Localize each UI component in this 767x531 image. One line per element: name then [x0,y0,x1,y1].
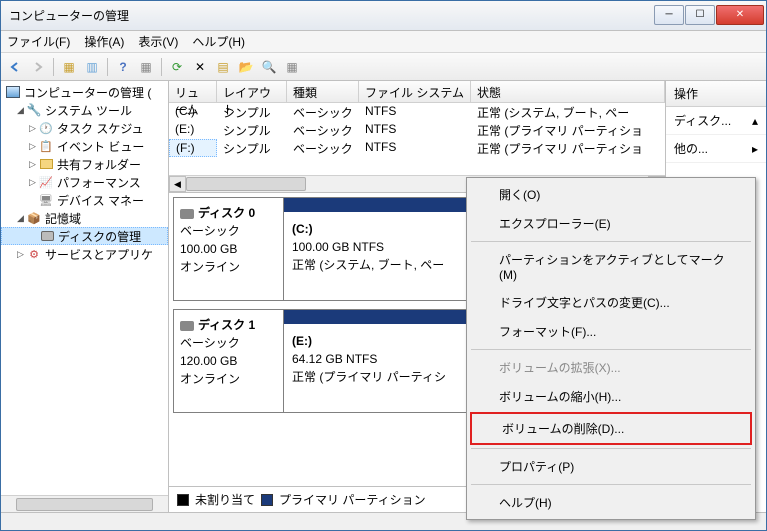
tree-sharedfolders[interactable]: ▷ 共有フォルダー [1,155,168,173]
tree-label: ディスクの管理 [58,228,141,245]
volume-row[interactable]: (E:) シンプル ベーシック NTFS 正常 (プライマリ パーティショ [169,121,665,139]
maximize-button[interactable]: ☐ [685,5,715,25]
ctx-explorer[interactable]: エクスプローラー(E) [469,209,753,238]
col-status[interactable]: 状態 [471,81,665,102]
ctx-shrink-volume[interactable]: ボリュームの縮小(H)... [469,382,753,411]
expand-toggle[interactable]: ▷ [27,177,38,188]
help-button[interactable]: ? [113,57,133,77]
show-hide-button[interactable]: ▦ [59,57,79,77]
action-settings-icon[interactable]: ▦ [282,57,302,77]
tree-label: デバイス マネー [57,192,144,209]
tree-label: イベント ビュー [57,138,144,155]
tree-label: システム ツール [45,102,132,119]
tree-label: パフォーマンス [57,174,141,191]
ctx-delete-volume[interactable]: ボリュームの削除(D)... [472,414,750,443]
tree-label: 共有フォルダー [57,156,141,173]
col-layout[interactable]: レイアウト [217,81,287,102]
disk-info: ディスク 1 ベーシック 120.00 GB オンライン [174,310,284,412]
tree-storage[interactable]: ◢📦記憶域 [1,209,168,227]
ctx-help[interactable]: ヘルプ(H) [469,488,753,517]
collapse-icon: ▴ [752,114,758,128]
menu-view[interactable]: 表示(V) [138,33,178,50]
forward-button [28,57,48,77]
back-button[interactable] [5,57,25,77]
menu-help[interactable]: ヘルプ(H) [192,33,245,50]
action-refresh-icon[interactable]: ⟳ [167,57,187,77]
tree-root[interactable]: コンピューターの管理 ( [1,83,168,101]
properties-button[interactable]: ▥ [82,57,102,77]
ctx-format[interactable]: フォーマット(F)... [469,317,753,346]
volume-row[interactable]: (C:) シンプル ベーシック NTFS 正常 (システム, ブート, ペー [169,103,665,121]
actions-header: 操作 [666,81,766,107]
tree-services[interactable]: ▷⚙サービスとアプリケ [1,245,168,263]
toolbar: ▦ ▥ ? ▦ ⟳ ✕ ▤ 📂 🔍 ▦ [1,53,766,81]
tree-systools[interactable]: ◢🔧システム ツール [1,101,168,119]
navigation-tree[interactable]: コンピューターの管理 ( ◢🔧システム ツール ▷🕐タスク スケジュ ▷📋イベン… [1,81,169,512]
col-volume[interactable]: リューム [169,81,217,102]
expand-icon: ▸ [752,142,758,156]
tree-performance[interactable]: ▷📈パフォーマンス [1,173,168,191]
tree-scrollbar[interactable] [1,495,168,512]
window-title: コンピューターの管理 [9,7,653,24]
actions-disk[interactable]: ディスク...▴ [666,107,766,135]
disk-icon [180,209,194,219]
tree-diskmgr[interactable]: ディスクの管理 [1,227,168,245]
disk-icon [180,321,194,331]
col-type[interactable]: 種類 [287,81,359,102]
ctx-change-drive-letter[interactable]: ドライブ文字とパスの変更(C)... [469,288,753,317]
refresh-button[interactable]: ▦ [136,57,156,77]
ctx-properties[interactable]: プロパティ(P) [469,452,753,481]
expand-toggle[interactable]: ▷ [15,249,26,260]
tree-label: サービスとアプリケ [45,246,153,263]
legend-unallocated-label: 未割り当て [195,491,255,508]
ctx-extend-volume: ボリュームの拡張(X)... [469,353,753,382]
action-delete-icon[interactable]: ✕ [190,57,210,77]
col-filesystem[interactable]: ファイル システム [359,81,471,102]
tree-scheduler[interactable]: ▷🕐タスク スケジュ [1,119,168,137]
action-find-icon[interactable]: 🔍 [259,57,279,77]
expand-toggle[interactable]: ▷ [27,123,38,134]
computer-management-window: コンピューターの管理 ─ ☐ ✕ ファイル(F) 操作(A) 表示(V) ヘルプ… [0,0,767,531]
action-open-icon[interactable]: 📂 [236,57,256,77]
minimize-button[interactable]: ─ [654,5,684,25]
tree-label: 記憶域 [45,210,81,227]
legend-primary-swatch [261,494,273,506]
tree-devicemgr[interactable]: 🖥デバイス マネー [1,191,168,209]
collapse-toggle[interactable]: ◢ [15,213,26,224]
legend-unallocated-swatch [177,494,189,506]
menu-action[interactable]: 操作(A) [84,33,124,50]
menubar: ファイル(F) 操作(A) 表示(V) ヘルプ(H) [1,31,766,53]
tree-label: タスク スケジュ [57,120,144,137]
volume-row[interactable]: (F:) シンプル ベーシック NTFS 正常 (プライマリ パーティショ [169,139,665,157]
tree-eventviewer[interactable]: ▷📋イベント ビュー [1,137,168,155]
close-button[interactable]: ✕ [716,5,764,25]
action-props-icon[interactable]: ▤ [213,57,233,77]
context-menu: 開く(O) エクスプローラー(E) パーティションをアクティブとしてマーク(M)… [466,177,756,520]
disk-info: ディスク 0 ベーシック 100.00 GB オンライン [174,198,284,300]
titlebar[interactable]: コンピューターの管理 ─ ☐ ✕ [1,1,766,31]
ctx-open[interactable]: 開く(O) [469,180,753,209]
menu-file[interactable]: ファイル(F) [7,33,70,50]
tree-label: コンピューターの管理 ( [24,84,151,101]
actions-other[interactable]: 他の...▸ [666,135,766,163]
expand-toggle[interactable]: ▷ [27,141,38,152]
legend-primary-label: プライマリ パーティション [279,491,426,508]
expand-toggle[interactable]: ▷ [27,159,38,170]
ctx-mark-active[interactable]: パーティションをアクティブとしてマーク(M) [469,245,753,288]
collapse-toggle[interactable]: ◢ [15,105,26,116]
